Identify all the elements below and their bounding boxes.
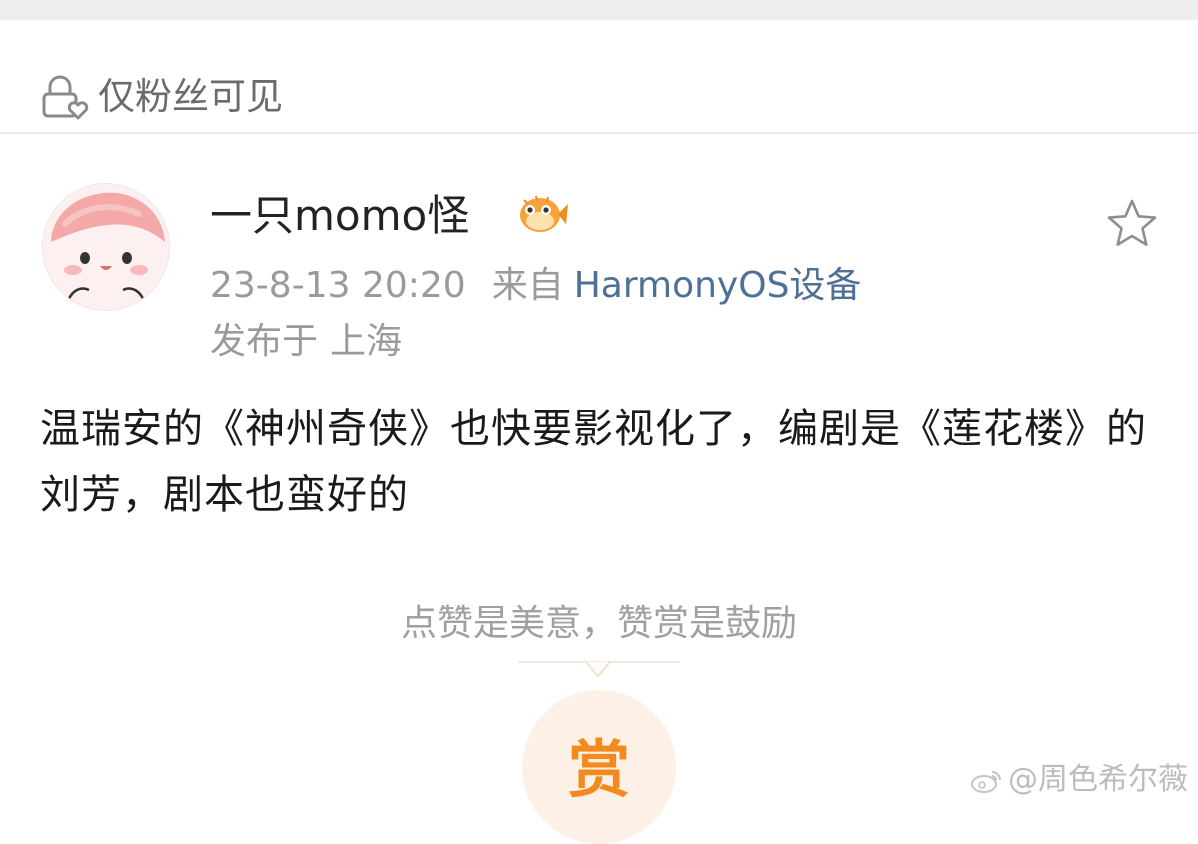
reward-button-label: 赏	[567, 733, 630, 806]
status-strip	[0, 0, 1198, 20]
post-meta: 23-8-13 20:20 来自 HarmonyOS设备	[210, 262, 861, 310]
visibility-bar: 仅粉丝可见	[0, 20, 1198, 134]
author-name[interactable]: 一只momo怪	[210, 188, 469, 244]
reward-notch	[586, 662, 610, 678]
watermark: @周色希尔薇	[970, 760, 1188, 800]
lock-heart-icon	[42, 75, 89, 120]
reward-caption: 点赞是美意，赞赏是鼓励	[400, 603, 797, 644]
location-label: 发布于	[210, 321, 319, 362]
reward-button[interactable]: 赏	[522, 690, 676, 844]
pink-character-avatar	[43, 184, 169, 310]
source-label: 来自	[491, 265, 564, 306]
source-device-link[interactable]: HarmonyOS设备	[574, 265, 862, 306]
avatar[interactable]	[42, 183, 170, 311]
pufferfish-badge-icon	[520, 195, 568, 232]
star-outline-icon[interactable]	[1104, 196, 1160, 252]
visibility-label: 仅粉丝可见	[98, 75, 283, 118]
weibo-logo-icon	[971, 770, 1001, 793]
post-time: 23-8-13 20:20	[210, 265, 466, 306]
post-body: 温瑞安的《神州奇侠》也快要影视化了，编剧是《莲花楼》的刘芳，剧本也蛮好的	[40, 406, 1147, 518]
location-value: 上海	[330, 321, 403, 362]
post-location: 发布于 上海	[210, 318, 402, 366]
